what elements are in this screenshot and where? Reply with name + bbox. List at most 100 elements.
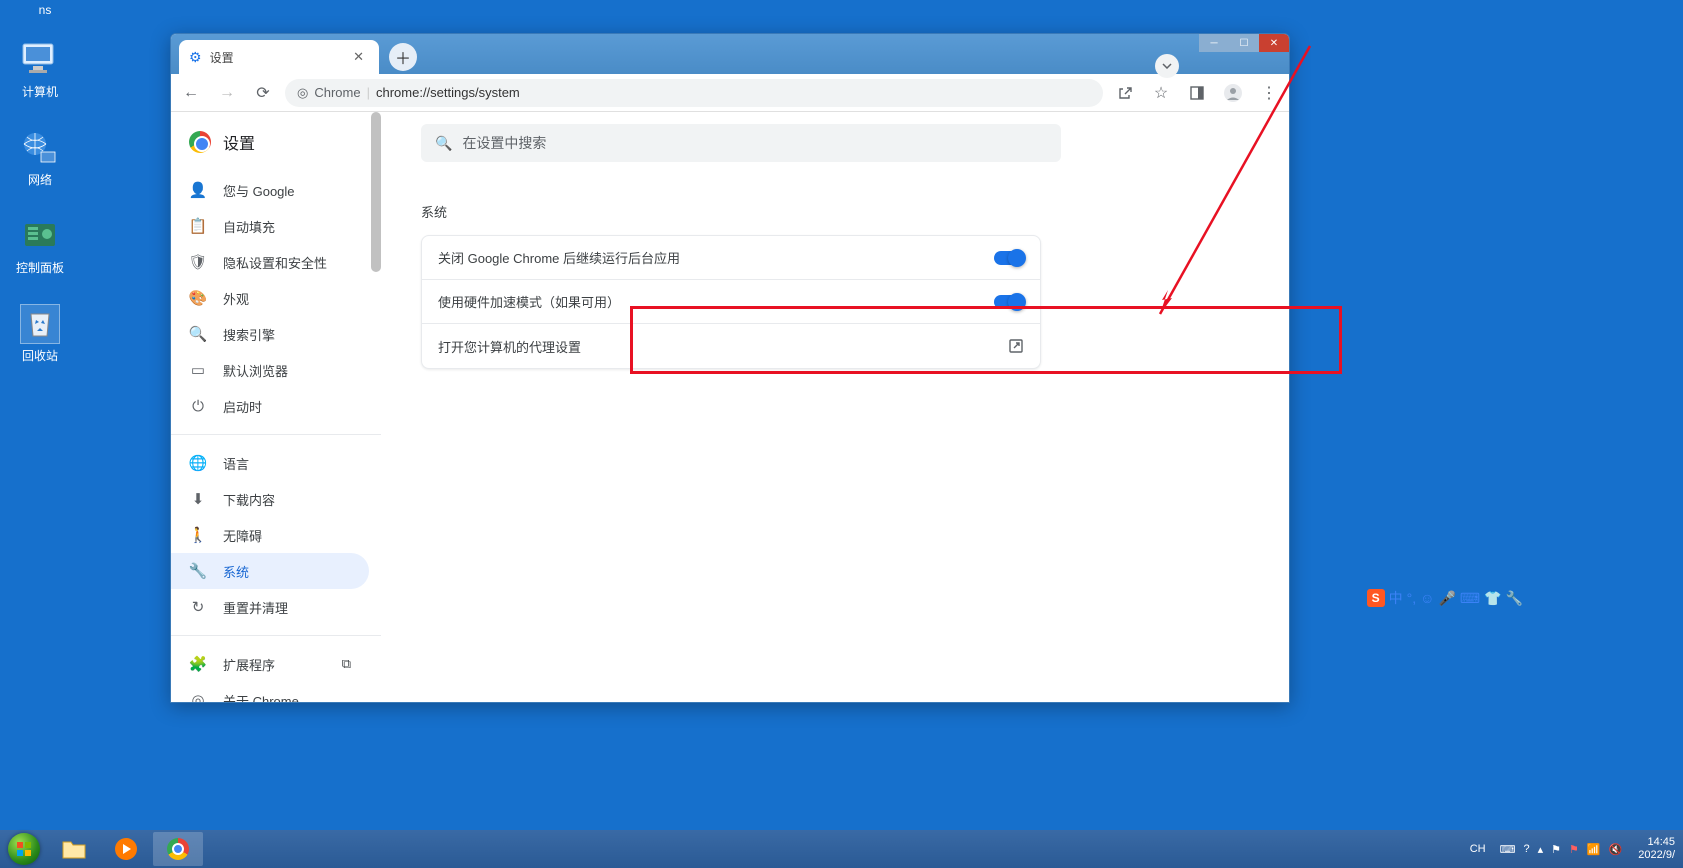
search-icon: 🔍 bbox=[189, 325, 207, 343]
nav-label: 扩展程序 bbox=[223, 655, 275, 674]
nav-search-engine[interactable]: 🔍 搜索引擎 bbox=[171, 316, 369, 352]
nav-about[interactable]: ◎关于 Chrome bbox=[171, 682, 369, 702]
desktop-icon-label: 回收站 bbox=[22, 349, 58, 363]
system-tray: CH ⌨ ? ▴ ⚑ ⚑ 📶 🔇 14:45 2022/9/ bbox=[1464, 830, 1683, 868]
settings-area: 设置 👤您与 Google 📋自动填充 🛡隐私设置和安全性 🎨外观 🔍搜索引擎 … bbox=[171, 112, 1289, 702]
tray-lang[interactable]: CH bbox=[1464, 843, 1492, 855]
ime-emoji-icon[interactable]: ☺ bbox=[1420, 590, 1434, 606]
nav-label: 系统 bbox=[223, 562, 249, 581]
external-link-icon: ⧉ bbox=[342, 656, 351, 672]
chrome-logo-icon bbox=[189, 131, 211, 153]
scrollbar[interactable] bbox=[371, 112, 381, 272]
profile-button[interactable] bbox=[1219, 79, 1247, 107]
nav-default-browser[interactable]: ▭默认浏览器 bbox=[171, 352, 369, 388]
chrome-icon: ◎ bbox=[297, 85, 308, 101]
nav-privacy[interactable]: 🛡隐私设置和安全性 bbox=[171, 244, 369, 280]
desktop-icon-recycle-bin[interactable]: 回收站 bbox=[10, 304, 70, 364]
tab-close-icon[interactable]: ✕ bbox=[348, 47, 369, 67]
network-icon bbox=[20, 128, 60, 168]
nav-reset[interactable]: ↻重置并清理 bbox=[171, 589, 369, 625]
taskbar-media-player[interactable] bbox=[101, 832, 151, 866]
row-hardware-accel[interactable]: 使用硬件加速模式（如果可用） bbox=[422, 280, 1040, 324]
nav-autofill[interactable]: 📋自动填充 bbox=[171, 208, 369, 244]
search-placeholder: 在设置中搜索 bbox=[462, 133, 546, 153]
browser-tab[interactable]: ⚙ 设置 ✕ bbox=[179, 40, 379, 74]
row-label: 使用硬件加速模式（如果可用） bbox=[438, 292, 994, 311]
download-icon: ⬇ bbox=[189, 490, 207, 508]
minimize-button[interactable]: ─ bbox=[1199, 34, 1229, 52]
ime-tool-icon[interactable]: 🔧 bbox=[1506, 590, 1523, 607]
nav-downloads[interactable]: ⬇ 下载内容 bbox=[171, 481, 369, 517]
nav-label: 您与 Google bbox=[223, 181, 295, 200]
palette-icon: 🎨 bbox=[189, 289, 207, 307]
nav-extensions[interactable]: 🧩 扩展程序 ⧉ bbox=[171, 646, 369, 682]
nav-you-and-google[interactable]: 👤您与 Google bbox=[171, 172, 369, 208]
close-button[interactable]: ✕ bbox=[1259, 34, 1289, 52]
tab-search-button[interactable] bbox=[1155, 54, 1179, 78]
external-link-icon bbox=[1008, 338, 1024, 354]
nav-accessibility[interactable]: 🚶无障碍 bbox=[171, 517, 369, 553]
new-tab-button[interactable]: ＋ bbox=[389, 43, 417, 71]
nav-label: 搜索引擎 bbox=[223, 325, 275, 344]
settings-search-input[interactable]: 🔍 在设置中搜索 bbox=[421, 124, 1061, 162]
taskbar-chrome[interactable] bbox=[153, 832, 203, 866]
control-panel-icon bbox=[20, 216, 60, 256]
side-panel-button[interactable] bbox=[1183, 79, 1211, 107]
nav-label: 隐私设置和安全性 bbox=[223, 253, 327, 272]
tray-alert-icon[interactable]: ⚑ bbox=[1569, 843, 1579, 856]
ime-skin-icon[interactable]: 👕 bbox=[1484, 590, 1501, 607]
row-proxy-settings[interactable]: 打开您计算机的代理设置 bbox=[422, 324, 1040, 368]
separator: | bbox=[367, 85, 370, 100]
tray-clock[interactable]: 14:45 2022/9/ bbox=[1630, 836, 1683, 862]
desktop-icon-label: 网络 bbox=[28, 173, 52, 187]
ime-badge[interactable]: S bbox=[1367, 589, 1385, 607]
share-button[interactable] bbox=[1111, 79, 1139, 107]
windows-logo-icon bbox=[8, 833, 40, 865]
ime-toolbar[interactable]: S 中 °, ☺ 🎤 ⌨ 👕 🔧 bbox=[1367, 588, 1523, 608]
tray-network-icon[interactable]: 📶 bbox=[1587, 843, 1601, 856]
chrome-window: ⚙ 设置 ✕ ＋ ─ ☐ ✕ ← → ⟳ ◎ Chrome | chrome:/… bbox=[170, 33, 1290, 703]
address-bar[interactable]: ◎ Chrome | chrome://settings/system bbox=[285, 79, 1103, 107]
tab-title: 设置 bbox=[210, 49, 341, 66]
settings-main: 🔍 在设置中搜索 系统 关闭 Google Chrome 后继续运行后台应用 使… bbox=[381, 112, 1289, 702]
row-background-apps[interactable]: 关闭 Google Chrome 后继续运行后台应用 bbox=[422, 236, 1040, 280]
nav-on-startup[interactable]: ⏻启动时 bbox=[171, 388, 369, 424]
nav-label: 下载内容 bbox=[223, 490, 275, 509]
menu-button[interactable]: ⋮ bbox=[1255, 79, 1283, 107]
nav-label: 启动时 bbox=[223, 397, 262, 416]
forward-button[interactable]: → bbox=[213, 79, 241, 107]
gear-icon: ⚙ bbox=[189, 49, 202, 66]
taskbar-explorer[interactable] bbox=[49, 832, 99, 866]
address-path: chrome://settings/system bbox=[376, 85, 520, 100]
desktop-icon-network[interactable]: 网络 bbox=[10, 128, 70, 188]
ime-mic-icon[interactable]: 🎤 bbox=[1438, 590, 1455, 607]
settings-header: 设置 bbox=[171, 124, 381, 172]
ime-punct-icon[interactable]: °, bbox=[1407, 590, 1417, 606]
desktop-icon-label: 控制面板 bbox=[16, 261, 64, 275]
ime-keyboard-icon[interactable]: ⌨ bbox=[1460, 590, 1480, 607]
nav-label: 重置并清理 bbox=[223, 598, 288, 617]
desktop-icon-computer[interactable]: 计算机 bbox=[10, 40, 70, 100]
toggle-hardware-accel[interactable] bbox=[994, 295, 1024, 309]
reload-button[interactable]: ⟳ bbox=[249, 79, 277, 107]
bookmark-button[interactable]: ☆ bbox=[1147, 79, 1175, 107]
computer-icon bbox=[20, 40, 60, 80]
back-button[interactable]: ← bbox=[177, 79, 205, 107]
tray-flag-icon[interactable]: ⚑ bbox=[1551, 843, 1561, 856]
maximize-button[interactable]: ☐ bbox=[1229, 34, 1259, 52]
tray-date: 2022/9/ bbox=[1638, 849, 1675, 862]
desktop-icon-control-panel[interactable]: 控制面板 bbox=[10, 216, 70, 276]
chrome-icon bbox=[167, 838, 189, 860]
start-button[interactable] bbox=[0, 830, 48, 868]
tray-volume-icon[interactable]: 🔇 bbox=[1609, 843, 1623, 856]
nav-system[interactable]: 🔧 系统 bbox=[171, 553, 369, 589]
nav-languages[interactable]: 🌐语言 bbox=[171, 445, 369, 481]
ime-mode[interactable]: 中 bbox=[1389, 588, 1403, 608]
tray-keyboard-icon[interactable]: ⌨ bbox=[1500, 843, 1516, 856]
nav-appearance[interactable]: 🎨外观 bbox=[171, 280, 369, 316]
tray-help-icon[interactable]: ? bbox=[1523, 843, 1529, 855]
wrench-icon: 🔧 bbox=[189, 562, 207, 580]
toggle-background-apps[interactable] bbox=[994, 251, 1024, 265]
puzzle-icon: 🧩 bbox=[189, 655, 207, 673]
tray-chevron-up-icon[interactable]: ▴ bbox=[1538, 843, 1544, 856]
